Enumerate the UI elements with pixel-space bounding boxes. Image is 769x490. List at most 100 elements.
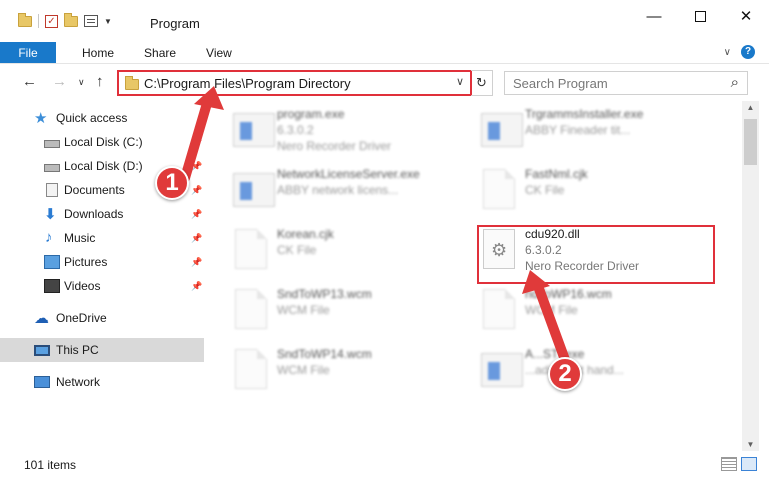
customize-toolbar-chevron-icon[interactable]: ▼ xyxy=(104,17,112,26)
sidebar-item-label: Quick access xyxy=(56,111,128,125)
disk-icon xyxy=(44,139,60,148)
view-toggle xyxy=(721,457,757,471)
sidebar-item-label: Network xyxy=(56,375,101,389)
file-item[interactable]: TrgrammsInstaller.exe ABBY Fineader tit.… xyxy=(455,105,695,161)
sidebar-item-label: Local Disk (C:) xyxy=(64,135,143,149)
recent-locations-chevron-icon[interactable]: ∨ xyxy=(78,77,85,88)
new-folder-icon[interactable] xyxy=(64,12,78,27)
sidebar-item-label: Documents xyxy=(64,183,125,197)
vertical-scrollbar[interactable]: ▲ ▼ xyxy=(742,101,759,451)
file-name: SndToWP13.wcm xyxy=(277,287,372,301)
ribbon-tabs: File Home Share View ∨ ? xyxy=(0,42,769,63)
properties-check-icon[interactable]: ✓ xyxy=(45,14,58,28)
file-item[interactable]: SndToWP14.wcm WCM File xyxy=(207,345,447,401)
navigation-bar: ← → ∨ ↑ C:\Program Files\Program Directo… xyxy=(0,63,769,101)
sidebar-item-label: Pictures xyxy=(64,255,108,269)
details-view-icon[interactable] xyxy=(721,457,737,471)
file-item[interactable]: SndToWP13.wcm WCM File xyxy=(207,285,447,341)
file-item[interactable]: FastNml.cjk CK File xyxy=(455,165,695,221)
forward-arrow-icon[interactable]: → xyxy=(52,73,67,90)
music-icon: ♪ xyxy=(45,229,53,246)
maximize-icon xyxy=(694,10,706,22)
scroll-down-arrow-icon[interactable]: ▼ xyxy=(742,440,759,449)
tiles-view-icon[interactable] xyxy=(741,457,757,471)
file-item[interactable]: NetworkLicenseServer.exe ABBY network li… xyxy=(207,165,447,221)
callout-2: 2 xyxy=(548,357,582,391)
sidebar-item-downloads[interactable]: ⬇ Downloads 📌 xyxy=(0,202,204,226)
file-item[interactable]: Korean.cjk CK File xyxy=(207,225,447,281)
pin-icon[interactable]: 📌 xyxy=(191,161,202,172)
item-count: 101 items xyxy=(24,458,77,472)
sidebar-item-label: OneDrive xyxy=(56,311,107,325)
target-file-highlight xyxy=(477,225,715,284)
file-name: ndToWP16.wcm xyxy=(525,287,612,301)
divider xyxy=(38,14,39,28)
title-bar: ✓ ▼ Program — ✕ xyxy=(0,0,769,42)
pc-icon xyxy=(34,344,50,356)
sidebar-item-quick-access[interactable]: ★ Quick access xyxy=(0,106,204,130)
search-placeholder: Search Program xyxy=(513,76,608,91)
file-name: program.exe xyxy=(277,107,345,121)
close-button[interactable]: ✕ xyxy=(723,0,769,32)
sidebar-item-pictures[interactable]: Pictures 📌 xyxy=(0,250,204,274)
sidebar-item-local-disk-c[interactable]: Local Disk (C:) 📌 xyxy=(0,130,204,154)
refresh-icon: ↻ xyxy=(476,75,487,90)
sidebar-item-music[interactable]: ♪ Music 📌 xyxy=(0,226,204,250)
exe-file-icon xyxy=(233,173,275,207)
file-list: program.exe 6.3.0.2 Nero Recorder Driver… xyxy=(207,101,742,451)
file-item[interactable]: ndToWP16.wcm WCM File xyxy=(455,285,695,341)
address-dropdown-chevron-icon[interactable]: ∨ xyxy=(456,75,464,88)
scroll-thumb[interactable] xyxy=(744,119,757,165)
minimize-button[interactable]: — xyxy=(631,0,677,32)
tab-view[interactable]: View xyxy=(191,42,247,63)
pin-icon[interactable]: 📌 xyxy=(191,257,202,268)
star-icon: ★ xyxy=(34,110,48,127)
scroll-up-arrow-icon[interactable]: ▲ xyxy=(742,103,759,112)
sidebar-item-label: Music xyxy=(64,231,96,245)
exe-file-icon xyxy=(481,353,523,387)
exe-file-icon xyxy=(481,113,523,147)
pin-icon[interactable]: 📌 xyxy=(191,281,202,292)
pin-icon[interactable]: 📌 xyxy=(191,185,202,196)
document-file-icon xyxy=(235,229,267,269)
file-description: ABBY network licens... xyxy=(277,183,399,197)
document-file-icon xyxy=(235,349,267,389)
navigation-pane: ★ Quick access Local Disk (C:) 📌 Local D… xyxy=(0,101,207,451)
pin-icon[interactable]: 📌 xyxy=(191,209,202,220)
expand-ribbon-chevron-icon[interactable]: ∨ xyxy=(724,47,731,58)
folder-icon xyxy=(18,12,32,27)
download-icon: ⬇ xyxy=(44,206,57,223)
videos-icon xyxy=(44,279,60,293)
file-description: ABBY Fineader tit... xyxy=(525,123,631,137)
tab-share[interactable]: Share xyxy=(129,42,191,63)
help-icon[interactable]: ? xyxy=(741,45,755,59)
network-icon xyxy=(34,376,50,388)
sidebar-item-onedrive[interactable]: ☁ OneDrive xyxy=(0,306,204,330)
sidebar-item-this-pc[interactable]: This PC xyxy=(0,338,204,362)
up-arrow-icon[interactable]: ↑ xyxy=(96,73,104,90)
file-version: 6.3.0.2 xyxy=(277,123,314,137)
onedrive-icon: ☁ xyxy=(34,310,49,327)
file-item[interactable]: program.exe 6.3.0.2 Nero Recorder Driver xyxy=(207,105,447,161)
tab-file[interactable]: File xyxy=(0,42,56,63)
sidebar-item-label: Downloads xyxy=(64,207,124,221)
address-path[interactable]: C:\Program Files\Program Directory xyxy=(144,76,351,91)
maximize-button[interactable] xyxy=(677,0,723,32)
document-file-icon xyxy=(483,289,515,329)
back-arrow-icon[interactable]: ← xyxy=(22,73,37,90)
address-bar[interactable]: C:\Program Files\Program Directory ∨ xyxy=(117,70,472,96)
sidebar-item-label: Local Disk (D:) xyxy=(64,159,143,173)
pin-icon[interactable]: 📌 xyxy=(191,233,202,244)
pin-icon[interactable]: 📌 xyxy=(191,137,202,148)
file-description: Nero Recorder Driver xyxy=(277,139,392,153)
file-type: WCM File xyxy=(525,303,578,317)
quick-access-toolbar: ✓ ▼ xyxy=(18,12,112,28)
sidebar-item-videos[interactable]: Videos 📌 xyxy=(0,274,204,298)
file-type: CK File xyxy=(277,243,317,257)
search-input[interactable]: Search Program ⌕ xyxy=(504,71,748,95)
sidebar-item-network[interactable]: Network xyxy=(0,370,204,394)
refresh-button[interactable]: ↻ xyxy=(471,70,493,96)
properties-icon[interactable] xyxy=(84,15,98,27)
status-bar: 101 items xyxy=(0,451,769,490)
tab-home[interactable]: Home xyxy=(56,42,129,63)
